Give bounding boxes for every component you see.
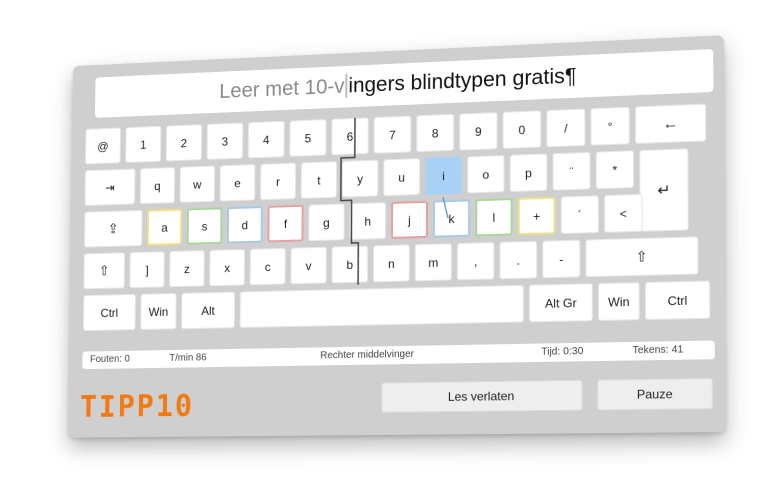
status-bar: Fouten: 0 T/min 86 Rechter middelvinger … xyxy=(82,340,714,369)
stage: Leer met 10-v ingers blindtypen gratis¶ @… xyxy=(0,0,780,500)
pause-button[interactable]: Pauze xyxy=(597,378,713,411)
errors-counter: Fouten: 0 xyxy=(90,354,130,365)
tipp10-logo: TIPP10 xyxy=(80,389,213,426)
virtual-keyboard: @ 1 2 3 4 5 6 7 8 9 0 / ° ← ⇥ q w e r t … xyxy=(83,103,715,344)
time-counter: Tijd: 0:30 xyxy=(541,346,583,358)
hand-divider-line xyxy=(83,103,715,344)
speed-counter: T/min 86 xyxy=(169,352,206,363)
typing-trainer-window: Leer met 10-v ingers blindtypen gratis¶ @… xyxy=(68,35,725,437)
leave-lesson-button[interactable]: Les verlaten xyxy=(381,380,582,413)
chars-counter: Tekens: 41 xyxy=(632,344,683,356)
typed-text: Leer met 10-v xyxy=(219,75,344,103)
text-cursor xyxy=(345,74,347,98)
remaining-text: ingers blindtypen gratis¶ xyxy=(348,64,576,97)
finger-hint: Rechter middelvinger xyxy=(320,349,414,362)
